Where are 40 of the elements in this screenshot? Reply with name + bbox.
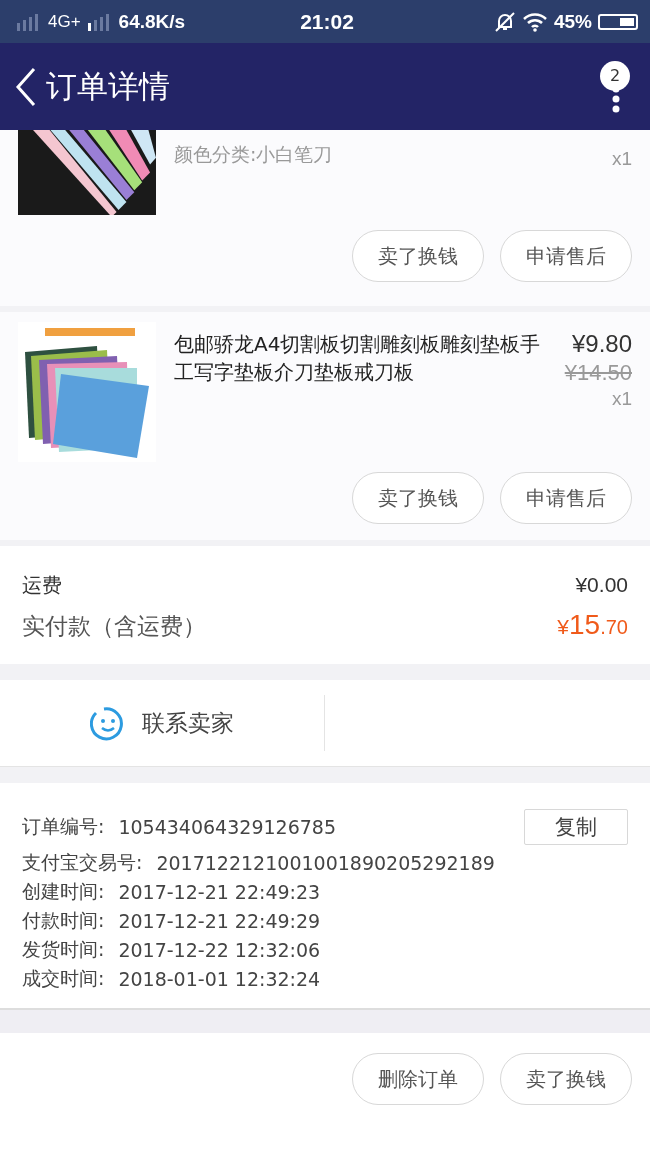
quantity: x1 — [611, 388, 632, 410]
clock: 21:02 — [300, 9, 354, 34]
notification-badge: 2 — [600, 60, 630, 91]
original-price: ¥14.50 — [564, 360, 632, 386]
action-button[interactable]: 卖了换钱 — [500, 1053, 632, 1105]
info-value: 2017-12-21 22:49:29 — [118, 910, 321, 932]
page-title: 订单详情 — [46, 66, 171, 106]
fee-label: 运费 — [22, 572, 62, 599]
info-label: 订单编号: — [22, 814, 105, 839]
info-value: 2017122121001001890205292189 — [156, 852, 495, 874]
action-button[interactable]: 申请售后 — [500, 230, 632, 282]
info-value: 2017-12-21 22:49:23 — [118, 881, 321, 903]
smiley-icon — [90, 705, 126, 741]
muted-bell-icon — [493, 11, 516, 32]
info-label: 付款时间: — [22, 908, 105, 933]
info-value: 105434064329126785 — [118, 816, 336, 838]
info-label: 发货时间: — [22, 937, 105, 962]
info-value: 2018-01-01 12:32:24 — [118, 968, 321, 990]
battery-percent: 45% — [553, 10, 592, 33]
back-icon[interactable] — [14, 66, 38, 107]
info-value: 2017-12-22 12:32:06 — [118, 939, 321, 961]
total-value: ¥15.70 — [557, 609, 628, 641]
product-price: ¥9.80 — [571, 330, 632, 358]
wifi-icon — [521, 11, 548, 32]
copy-button[interactable]: 复制 — [524, 809, 628, 845]
quantity: x1 — [611, 148, 632, 170]
info-label: 支付宝交易号: — [22, 850, 143, 875]
fee-value: ¥0.00 — [575, 573, 628, 597]
info-label: 创建时间: — [22, 879, 105, 904]
action-button[interactable]: 删除订单 — [352, 1053, 484, 1105]
product-variant: 颜色分类:小白笔刀 — [174, 142, 334, 167]
product-title[interactable]: 包邮骄龙A4切割板切割雕刻板雕刻垫板手工写字垫板介刀垫板戒刀板 — [174, 330, 547, 386]
info-label: 成交时间: — [22, 966, 105, 991]
action-button[interactable]: 卖了换钱 — [352, 230, 484, 282]
network-speed: 64.8K/s — [118, 10, 186, 33]
action-button[interactable]: 申请售后 — [500, 472, 632, 524]
network-type: 4G+ — [48, 11, 81, 32]
action-button[interactable]: 卖了换钱 — [352, 472, 484, 524]
total-label: 实付款（含运费） — [22, 612, 206, 641]
battery-icon — [598, 13, 638, 30]
